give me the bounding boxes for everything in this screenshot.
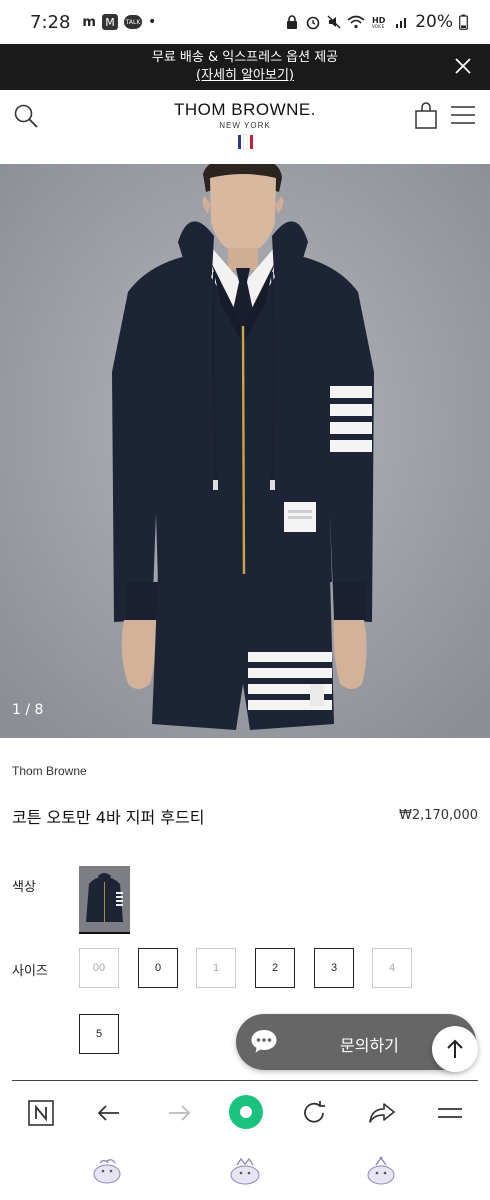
chat-label: 문의하기: [340, 1036, 399, 1055]
image-counter: 1 / 8: [12, 702, 44, 718]
forward-arrow-icon[interactable]: [164, 1098, 194, 1128]
product-brand[interactable]: Thom Browne: [12, 764, 87, 778]
tricolor-flag-icon: [237, 134, 253, 150]
mascot-left-icon[interactable]: [90, 1154, 124, 1188]
promo-details-link[interactable]: (자세히 알아보기): [0, 67, 490, 85]
color-label: 색상: [12, 880, 36, 895]
green-dot-icon[interactable]: [228, 1094, 264, 1130]
talk-icon: TALK: [123, 15, 142, 29]
alarm-icon: [306, 16, 320, 30]
size-label: 사이즈: [12, 964, 48, 979]
size-option-0[interactable]: 0: [138, 948, 178, 988]
arrow-up-icon: [447, 1039, 463, 1058]
system-navigation-bar: [0, 1148, 490, 1200]
lock-icon: [287, 15, 298, 29]
back-arrow-icon[interactable]: [94, 1098, 124, 1128]
promo-banner: 무료 배송 & 익스프레스 옵션 제공 (자세히 알아보기): [0, 44, 490, 90]
notification-dot-icon: •: [147, 14, 157, 30]
product-price: ₩2,170,000: [398, 808, 478, 823]
battery-text: 20%: [415, 12, 453, 32]
swatch-thumbnail: [79, 866, 130, 932]
status-left: 7:28 m M TALK •: [30, 12, 156, 33]
status-bar: 7:28 m M TALK • HD VOICE 20%: [0, 0, 490, 44]
wifi-icon: [347, 15, 365, 29]
svg-text:VOICE: VOICE: [372, 24, 385, 29]
hamburger-menu-icon[interactable]: [450, 104, 476, 126]
flag-stripe-white: [242, 134, 248, 150]
size-option-5[interactable]: 5: [79, 1014, 119, 1054]
status-right: HD VOICE 20%: [285, 12, 468, 32]
size-option-00[interactable]: 00: [79, 948, 119, 988]
product-photo: [0, 164, 490, 738]
signal-icon: [396, 18, 407, 28]
flag-stripe-red: [249, 135, 253, 149]
shopping-bag-icon[interactable]: [414, 102, 438, 130]
share-icon[interactable]: [367, 1098, 397, 1128]
naver-home-icon[interactable]: [26, 1098, 56, 1128]
product-name: 코튼 오토만 4바 지퍼 후드티: [12, 808, 205, 827]
mascot-center-icon[interactable]: [228, 1154, 262, 1188]
mascot-right-icon[interactable]: [364, 1154, 398, 1188]
chat-bubble-icon: [251, 1030, 277, 1053]
menu-icon[interactable]: [435, 1098, 465, 1128]
product-image-carousel[interactable]: 1 / 8: [0, 164, 490, 738]
m-box-icon: M: [101, 14, 118, 30]
size-option-2[interactable]: 2: [255, 948, 295, 988]
close-icon[interactable]: [452, 55, 474, 77]
refresh-icon[interactable]: [299, 1098, 329, 1128]
promo-text: 무료 배송 & 익스프레스 옵션 제공: [151, 50, 339, 65]
size-option-4[interactable]: 4: [372, 948, 412, 988]
site-header: THOM BROWNE. NEW YORK: [0, 90, 490, 164]
status-time: 7:28: [30, 11, 71, 33]
scroll-to-top-button[interactable]: [432, 1026, 478, 1072]
hd-voice-icon: HDVOICE: [372, 16, 386, 29]
divider: [12, 1080, 478, 1081]
browser-toolbar: [0, 1082, 490, 1148]
battery-icon: [459, 14, 468, 30]
size-option-3[interactable]: 3: [314, 948, 354, 988]
size-option-1[interactable]: 1: [196, 948, 236, 988]
m-icon: m: [82, 14, 96, 30]
mute-icon: [327, 15, 341, 29]
flag-stripe-blue: [237, 135, 241, 149]
color-swatch-navy[interactable]: [79, 866, 130, 934]
